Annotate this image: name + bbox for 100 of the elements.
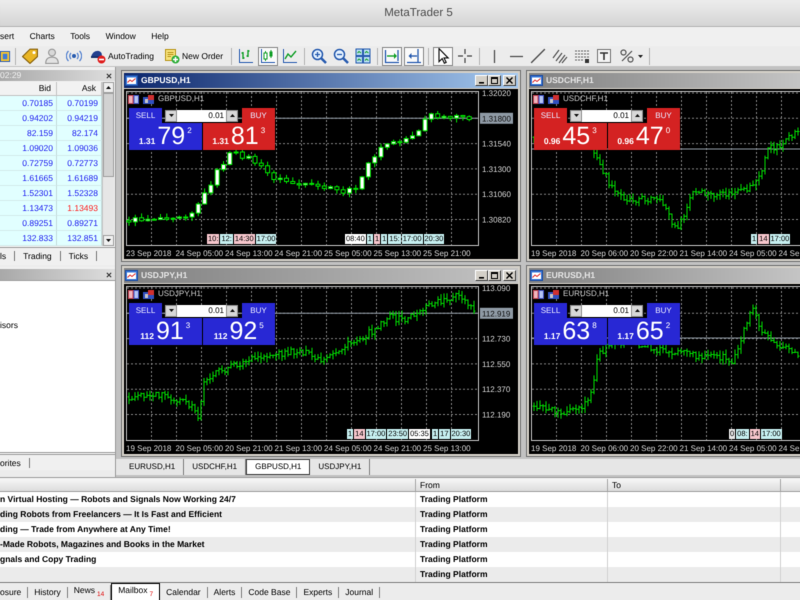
panel-tab[interactable]: Calendar (160, 586, 208, 598)
time-label: 21 Sep 13:00 (274, 444, 322, 453)
sell-button[interactable]: SELL (129, 108, 162, 123)
close-icon[interactable] (106, 72, 112, 78)
chart-icon (530, 270, 543, 281)
maximize-icon (491, 77, 498, 84)
scroll-down-button[interactable] (103, 235, 114, 246)
lot-up-button[interactable] (631, 304, 643, 316)
caret-down-icon (574, 114, 578, 117)
lot-down-button[interactable] (165, 110, 177, 122)
sell-button[interactable]: SELL (534, 303, 567, 318)
chart-tab[interactable]: GBPUSD,H1 (246, 459, 310, 475)
table-row[interactable]: Trading Platform (0, 567, 800, 582)
chart-shift-button[interactable] (382, 46, 402, 66)
signal-icon (66, 48, 82, 64)
split-panel-icon[interactable] (128, 94, 139, 104)
split-panel-icon[interactable] (533, 290, 544, 298)
buy-button[interactable]: BUY (647, 108, 680, 123)
panel-tab[interactable]: Experts (297, 586, 340, 598)
buy-button[interactable]: BUY (242, 303, 275, 318)
panel-tab[interactable]: Journal (339, 586, 380, 598)
lot-field[interactable]: 0.01 (582, 110, 631, 122)
window-title: MetaTrader 5 (384, 6, 453, 20)
chart-tab[interactable]: EURUSD,H1 (121, 459, 184, 475)
squares-icon[interactable] (548, 290, 559, 298)
lot-field[interactable]: 0.01 (582, 304, 631, 316)
menu-item[interactable]: Charts (30, 31, 55, 42)
sell-button[interactable]: SELL (129, 303, 162, 318)
panel-tab[interactable]: ls (0, 250, 16, 260)
autoscroll-button[interactable] (404, 46, 424, 66)
lot-up-button[interactable] (631, 110, 643, 122)
market-watch-button[interactable] (20, 46, 40, 66)
new-order-button[interactable]: New Order (160, 46, 228, 66)
zoom-in-button[interactable] (309, 46, 330, 66)
panel-tab[interactable]: Mailbox $_{7}$ (111, 582, 160, 600)
chart-tab[interactable]: USDJPY,H1 (310, 459, 370, 475)
buy-button[interactable]: BUY (242, 108, 275, 123)
price-digits: 65 (636, 318, 664, 345)
tree-item[interactable]: isors (0, 319, 115, 331)
column-header[interactable]: From (416, 479, 608, 491)
chart-icon (125, 75, 138, 86)
menu-item[interactable]: Help (151, 31, 169, 42)
panel-tab[interactable]: orites (0, 458, 30, 468)
cursor-button[interactable] (433, 46, 454, 66)
close-button[interactable] (503, 270, 516, 281)
sell-button[interactable]: SELL (534, 108, 567, 123)
scrollbar[interactable] (102, 82, 114, 246)
trendline-button[interactable] (528, 46, 548, 66)
panel-tab[interactable]: Alerts (208, 586, 242, 598)
time-label: 20 Sep 05:00 (176, 444, 224, 453)
split-panel-icon[interactable] (533, 94, 544, 104)
table-row[interactable]: ding Robots from Freelancers — It Is Fast and Efficient Trading Platform (0, 507, 800, 522)
menu-item[interactable]: Tools (70, 31, 90, 42)
lot-down-button[interactable] (165, 304, 177, 316)
lot-field[interactable]: 0.01 (177, 110, 226, 122)
lot-field[interactable]: 0.01 (177, 304, 226, 316)
price-digits: 92 (229, 318, 258, 345)
scrollbar-thumb[interactable] (103, 93, 114, 177)
tile-windows-button[interactable] (353, 46, 374, 66)
squares-icon[interactable] (143, 94, 154, 104)
minimize-button[interactable] (475, 270, 488, 281)
message-count: 14 (96, 590, 104, 598)
autotrading-button[interactable]: AutoTrading (86, 46, 158, 66)
lot-up-button[interactable] (226, 110, 238, 122)
close-icon[interactable] (106, 272, 112, 278)
menu-item[interactable]: sert (0, 31, 14, 42)
panel-tab[interactable]: Code Base (242, 586, 298, 598)
minimize-button[interactable] (475, 75, 488, 86)
split-panel-icon[interactable] (128, 290, 139, 298)
table-row[interactable]: gnals and Copy Trading Trading Platform (0, 552, 800, 567)
vertical-line-icon (492, 50, 496, 62)
menu-item[interactable]: Window (106, 31, 136, 42)
price-label: 1.32020 (482, 89, 511, 98)
buy-button[interactable]: BUY (647, 303, 680, 318)
close-button[interactable] (503, 75, 516, 86)
lot-up-button[interactable] (226, 304, 238, 316)
squares-icon[interactable] (143, 290, 154, 298)
scroll-up-button[interactable] (103, 82, 114, 93)
lot-down-button[interactable] (570, 110, 582, 122)
table-row[interactable]: -Made Robots, Magazines and Books in the Market Trading Platform (0, 537, 800, 552)
lot-down-button[interactable] (570, 304, 582, 316)
squares-icon[interactable] (548, 94, 559, 104)
caret-up-icon (230, 114, 234, 117)
time-label: 25 Sep 05:00 (324, 249, 372, 258)
maximize-button[interactable] (488, 270, 501, 281)
time-label: 24 Sep 21:00 (274, 249, 322, 258)
table-row[interactable]: ding — Trade from Anywhere at Any Time! Trading Platform (0, 522, 800, 537)
zoom-out-icon (333, 48, 350, 64)
table-row[interactable]: n Virtual Hosting — Robots and Signals Now Working 24/7 Trading Platform (0, 492, 800, 507)
column-header[interactable]: To (608, 479, 781, 491)
zoom-out-button[interactable] (331, 46, 352, 66)
maximize-button[interactable] (488, 75, 501, 86)
panel-tab[interactable]: History (28, 586, 68, 598)
window-title: EURUSD,H1 (546, 270, 596, 281)
panel-tab[interactable]: Ticks (60, 250, 98, 260)
price-digits: 45 (562, 123, 590, 150)
panel-tab[interactable]: Trading (15, 250, 61, 260)
candlestick-button[interactable] (258, 46, 278, 66)
window-title-bar[interactable]: GBPUSD,H1 (124, 73, 518, 88)
panel-tab[interactable]: osure (0, 586, 28, 598)
